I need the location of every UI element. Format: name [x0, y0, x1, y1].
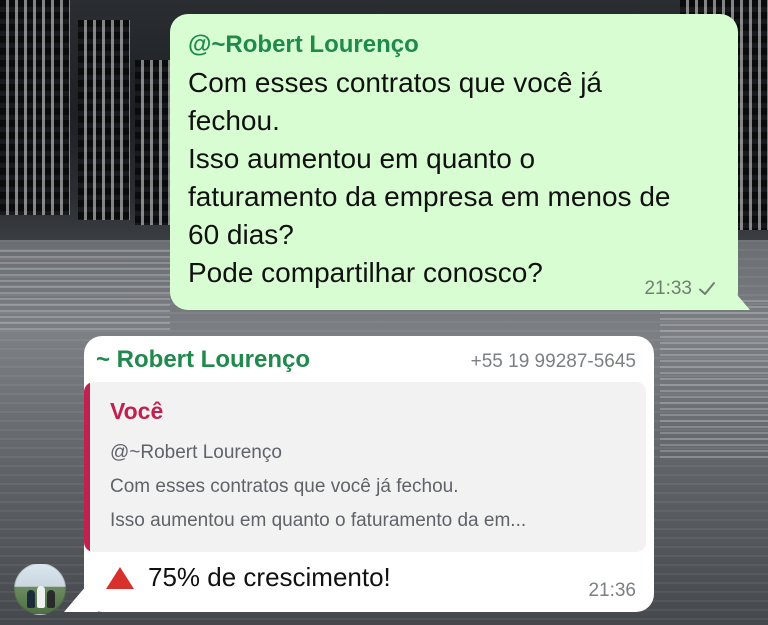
wallpaper-building — [78, 20, 130, 220]
message-mention[interactable]: @~Robert Lourenço — [188, 30, 718, 60]
quoted-line-2: Com esses contratos que você já fechou. — [110, 476, 459, 497]
avatar-figure — [47, 590, 55, 608]
sender-phone[interactable]: +55 19 99287-5645 — [471, 351, 636, 373]
wallpaper-building — [0, 0, 70, 215]
red-triangle-up-icon — [106, 566, 134, 589]
message-meta: 21:33 — [644, 278, 716, 300]
outgoing-message-bubble[interactable]: @~Robert Lourenço Com esses contratos qu… — [170, 14, 738, 310]
quoted-message[interactable]: Você @~Robert Lourenço Com esses contrat… — [84, 382, 646, 552]
incoming-message-bubble[interactable]: ~ Robert Lourenço +55 19 99287-5645 Você… — [84, 336, 654, 612]
wallpaper-reflection — [0, 250, 170, 330]
outgoing-bubble-tail — [716, 270, 750, 310]
quoted-line-3: Isso aumentou em quanto o faturamento da… — [110, 510, 527, 531]
quoted-author: Você — [110, 398, 164, 424]
quote-accent-bar — [84, 382, 90, 552]
single-check-icon — [699, 282, 715, 295]
message-body: 75% de crescimento! — [106, 562, 391, 593]
avatar-figure — [37, 586, 45, 608]
quoted-line-1: @~Robert Lourenço — [110, 442, 282, 463]
message-time: 21:33 — [644, 278, 692, 299]
message-text: Com esses contratos que você já fechou. … — [188, 67, 671, 288]
message-time: 21:36 — [588, 580, 636, 601]
avatar-figure — [27, 590, 35, 608]
message-text: 75% de crescimento! — [148, 562, 391, 592]
message-header: ~ Robert Lourenço +55 19 99287-5645 — [96, 346, 636, 374]
sender-name[interactable]: ~ Robert Lourenço — [96, 346, 310, 374]
wallpaper-building — [135, 60, 175, 225]
wallpaper-reflection — [660, 300, 768, 460]
sender-avatar[interactable] — [14, 563, 66, 615]
